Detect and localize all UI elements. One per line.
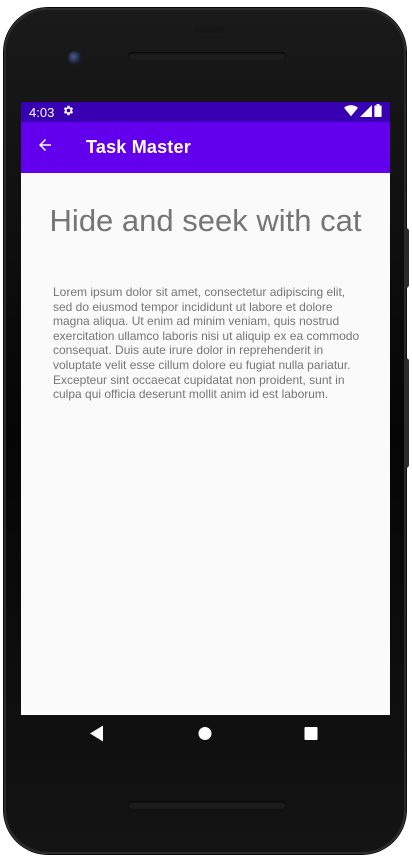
nav-recents-button[interactable] xyxy=(304,727,318,745)
device-screen: 4:03 Task Master Hide and seek with cat … xyxy=(21,102,390,715)
status-time: 4:03 xyxy=(29,104,55,120)
signal-icon xyxy=(360,104,372,120)
arrow-back-icon xyxy=(36,136,54,159)
back-triangle-icon xyxy=(90,725,104,747)
front-camera xyxy=(68,51,82,65)
wifi-icon xyxy=(344,104,358,120)
task-description: Lorem ipsum dolor sit amet, consectetur … xyxy=(53,285,360,402)
task-title: Hide and seek with cat xyxy=(49,203,362,238)
navigation-bar xyxy=(4,715,406,757)
back-button[interactable] xyxy=(21,122,69,173)
bottom-speaker xyxy=(128,801,286,809)
nav-home-button[interactable] xyxy=(198,727,212,746)
app-bar: Task Master xyxy=(21,122,390,173)
phone-frame: 4:03 Task Master Hide and seek with cat … xyxy=(4,8,409,854)
nav-back-button[interactable] xyxy=(90,725,104,747)
proximity-sensor xyxy=(194,27,224,33)
recents-square-icon xyxy=(304,727,318,745)
settings-icon xyxy=(62,104,75,120)
volume-button xyxy=(405,228,409,288)
battery-icon xyxy=(374,104,382,120)
status-bar: 4:03 xyxy=(21,102,390,122)
home-circle-icon xyxy=(198,727,212,746)
earpiece-speaker xyxy=(128,52,286,60)
app-title: Task Master xyxy=(86,137,191,157)
power-button xyxy=(405,358,409,468)
